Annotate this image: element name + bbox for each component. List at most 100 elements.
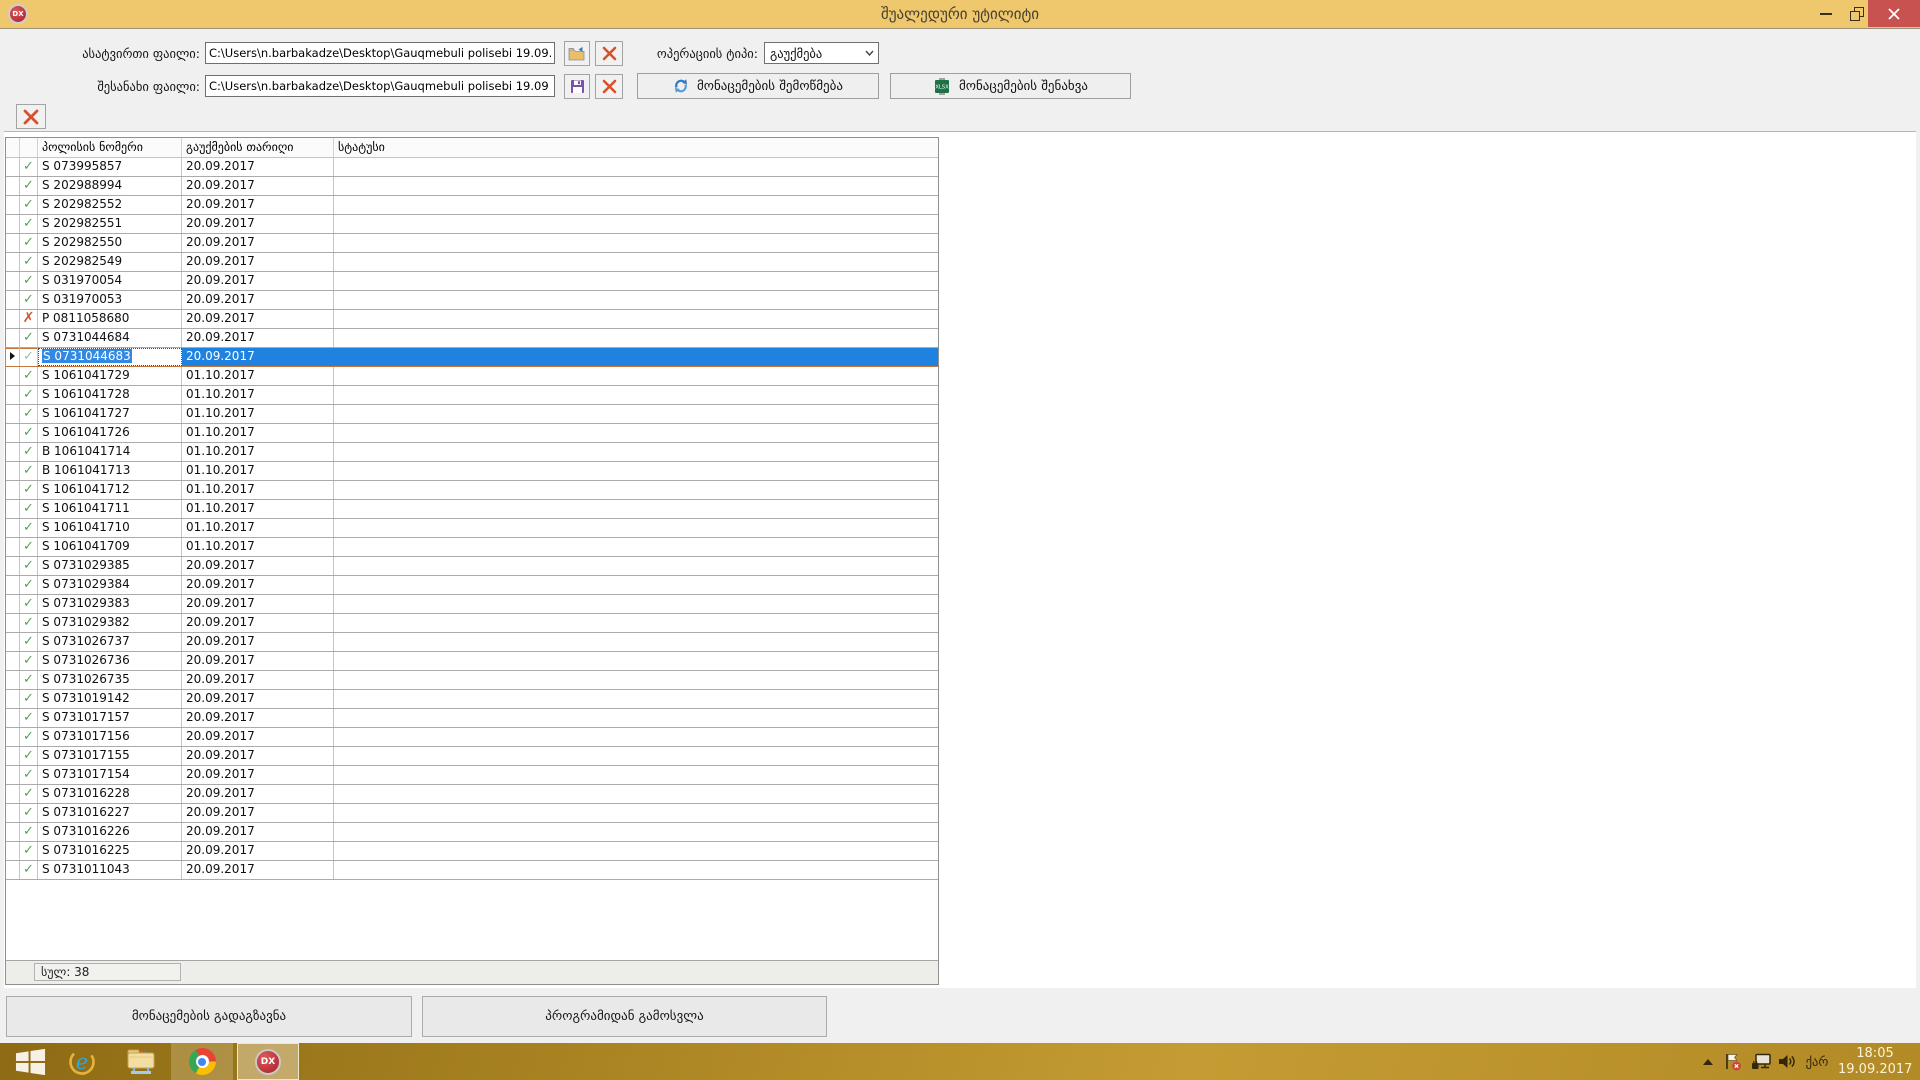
table-row[interactable]: S 106104172701.10.2017 — [6, 405, 938, 424]
cell-cancel-date[interactable]: 20.09.2017 — [182, 614, 334, 632]
cell-policy-number[interactable]: S 0731044684 — [38, 329, 182, 347]
cell-policy-number[interactable]: S 202988994 — [38, 177, 182, 195]
table-row[interactable]: S 073104468420.09.2017 — [6, 329, 938, 348]
table-row[interactable]: S 073102673520.09.2017 — [6, 671, 938, 690]
column-header-cancel-date[interactable]: გაუქმების თარიღი — [182, 138, 334, 157]
cell-policy-number[interactable]: S 0731016226 — [38, 823, 182, 841]
cell-status[interactable] — [334, 329, 938, 347]
table-row[interactable]: S 073102938320.09.2017 — [6, 595, 938, 614]
cell-policy-number[interactable]: S 202982549 — [38, 253, 182, 271]
cell-policy-number[interactable]: S 1061041711 — [38, 500, 182, 518]
table-row[interactable]: S 20298255120.09.2017 — [6, 215, 938, 234]
cell-status[interactable] — [334, 158, 938, 176]
cell-status[interactable] — [334, 538, 938, 556]
table-row[interactable]: S 073101622820.09.2017 — [6, 785, 938, 804]
table-row[interactable]: S 20298254920.09.2017 — [6, 253, 938, 272]
cell-status[interactable] — [334, 595, 938, 613]
cell-policy-number[interactable]: S 0731016227 — [38, 804, 182, 822]
cell-policy-number[interactable]: B 1061041714 — [38, 443, 182, 461]
taskbar-item-dx-app[interactable]: DX — [237, 1043, 299, 1080]
cell-policy-number[interactable]: S 202982551 — [38, 215, 182, 233]
cell-cancel-date[interactable]: 20.09.2017 — [182, 348, 334, 366]
table-row[interactable]: S 073101622720.09.2017 — [6, 804, 938, 823]
table-row[interactable]: S 073102938520.09.2017 — [6, 557, 938, 576]
clear-save-file-button[interactable] — [595, 74, 623, 99]
cell-status[interactable] — [334, 728, 938, 746]
table-row[interactable]: S 073101914220.09.2017 — [6, 690, 938, 709]
cell-cancel-date[interactable]: 01.10.2017 — [182, 500, 334, 518]
save-file-input[interactable] — [205, 75, 555, 97]
source-file-input[interactable] — [205, 42, 555, 64]
table-row[interactable]: S 03197005420.09.2017 — [6, 272, 938, 291]
exit-program-button[interactable]: პროგრამიდან გამოსვლა — [422, 996, 827, 1037]
cell-status[interactable] — [334, 405, 938, 423]
cell-cancel-date[interactable]: 20.09.2017 — [182, 576, 334, 594]
clear-all-button[interactable] — [16, 104, 46, 129]
cell-status[interactable] — [334, 234, 938, 252]
cell-cancel-date[interactable]: 20.09.2017 — [182, 823, 334, 841]
cell-policy-number[interactable]: S 1061041712 — [38, 481, 182, 499]
cell-cancel-date[interactable]: 20.09.2017 — [182, 272, 334, 290]
cell-cancel-date[interactable]: 01.10.2017 — [182, 405, 334, 423]
table-row[interactable]: S 106104172601.10.2017 — [6, 424, 938, 443]
cell-policy-number[interactable]: S 0731011043 — [38, 861, 182, 879]
tray-show-hidden-button[interactable] — [1698, 1043, 1718, 1080]
cell-cancel-date[interactable]: 01.10.2017 — [182, 519, 334, 537]
cell-status[interactable] — [334, 196, 938, 214]
table-row[interactable]: S 07399585720.09.2017 — [6, 158, 938, 177]
cell-status[interactable] — [334, 842, 938, 860]
table-row[interactable]: B 106104171301.10.2017 — [6, 462, 938, 481]
cell-status[interactable] — [334, 424, 938, 442]
table-row[interactable]: S 073102673620.09.2017 — [6, 652, 938, 671]
cell-cancel-date[interactable]: 01.10.2017 — [182, 386, 334, 404]
tray-volume[interactable] — [1774, 1043, 1800, 1080]
cell-status[interactable] — [334, 690, 938, 708]
cell-policy-number[interactable]: S 0731029384 — [38, 576, 182, 594]
cell-policy-number[interactable]: S 1061041709 — [38, 538, 182, 556]
send-data-button[interactable]: მონაცემების გადაგზავნა — [6, 996, 412, 1037]
cell-cancel-date[interactable]: 20.09.2017 — [182, 690, 334, 708]
cell-status[interactable] — [334, 177, 938, 195]
cell-cancel-date[interactable]: 20.09.2017 — [182, 804, 334, 822]
table-row[interactable]: S 20298255220.09.2017 — [6, 196, 938, 215]
table-row[interactable]: S 073101104320.09.2017 — [6, 861, 938, 880]
cell-status[interactable] — [334, 671, 938, 689]
table-row[interactable]: P 081105868020.09.2017 — [6, 310, 938, 329]
cell-cancel-date[interactable]: 20.09.2017 — [182, 861, 334, 879]
cell-cancel-date[interactable]: 20.09.2017 — [182, 842, 334, 860]
cell-cancel-date[interactable]: 20.09.2017 — [182, 177, 334, 195]
cell-status[interactable] — [334, 785, 938, 803]
cell-policy-number[interactable]: S 073995857 — [38, 158, 182, 176]
cell-cancel-date[interactable]: 20.09.2017 — [182, 633, 334, 651]
cell-policy-number[interactable]: S 0731017156 — [38, 728, 182, 746]
tray-clock[interactable]: 18:05 19.09.2017 — [1838, 1046, 1912, 1078]
cell-policy-number[interactable]: S 0731044683 — [38, 348, 182, 366]
start-button[interactable] — [6, 1043, 54, 1080]
cell-cancel-date[interactable]: 01.10.2017 — [182, 424, 334, 442]
cell-status[interactable] — [334, 272, 938, 290]
cell-cancel-date[interactable]: 01.10.2017 — [182, 481, 334, 499]
cell-cancel-date[interactable]: 20.09.2017 — [182, 215, 334, 233]
cell-status[interactable] — [334, 215, 938, 233]
cell-cancel-date[interactable]: 20.09.2017 — [182, 709, 334, 727]
taskbar-item-ie[interactable]: e — [62, 1043, 102, 1080]
cell-status[interactable] — [334, 576, 938, 594]
cell-status[interactable] — [334, 519, 938, 537]
cell-policy-number[interactable]: S 202982552 — [38, 196, 182, 214]
cell-cancel-date[interactable]: 20.09.2017 — [182, 253, 334, 271]
cell-status[interactable] — [334, 766, 938, 784]
cell-policy-number[interactable]: S 1061041728 — [38, 386, 182, 404]
cell-status[interactable] — [334, 614, 938, 632]
tray-network[interactable] — [1748, 1043, 1774, 1080]
cell-status[interactable] — [334, 367, 938, 385]
cell-status[interactable] — [334, 462, 938, 480]
table-row[interactable]: S 106104172901.10.2017 — [6, 367, 938, 386]
cell-status[interactable] — [334, 823, 938, 841]
cell-policy-number[interactable]: S 0731017154 — [38, 766, 182, 784]
tray-action-center[interactable] — [1722, 1043, 1746, 1080]
clear-source-file-button[interactable] — [595, 41, 623, 66]
cell-cancel-date[interactable]: 01.10.2017 — [182, 443, 334, 461]
cell-status[interactable] — [334, 291, 938, 309]
cell-status[interactable] — [334, 481, 938, 499]
minimize-button[interactable] — [1812, 0, 1840, 27]
